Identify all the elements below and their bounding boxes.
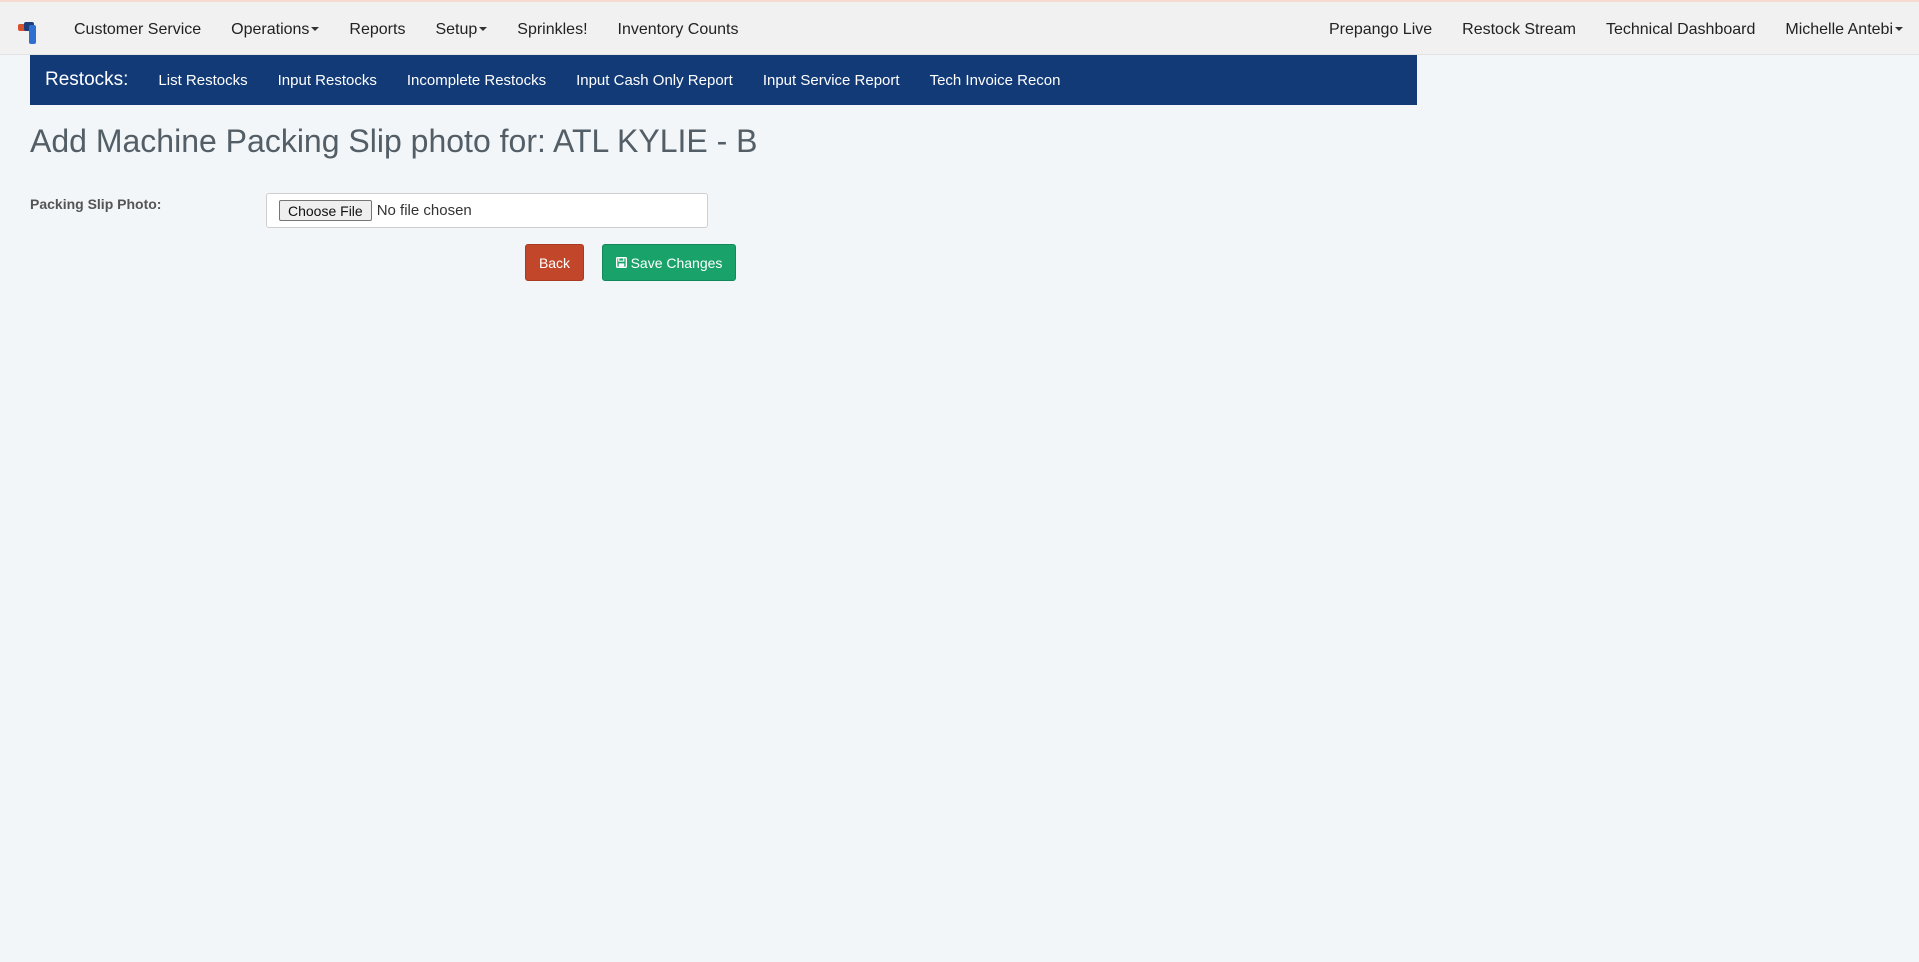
- subnav-list-restocks[interactable]: List Restocks: [158, 72, 247, 89]
- back-button-label: Back: [538, 254, 571, 271]
- caret-down-icon: [1895, 27, 1903, 32]
- packing-slip-photo-label: Packing Slip Photo:: [30, 196, 162, 212]
- nav-reports[interactable]: Reports: [349, 21, 405, 39]
- subnav-input-restocks[interactable]: Input Restocks: [278, 72, 377, 89]
- restocks-subnav: Restocks: List Restocks Input Restocks I…: [30, 55, 1417, 105]
- packing-slip-file-input[interactable]: Choose File No file chosen: [266, 193, 708, 228]
- floppy-disk-icon: [615, 257, 627, 268]
- back-button[interactable]: Back: [525, 244, 584, 281]
- nav-operations-dropdown[interactable]: Operations: [231, 21, 320, 39]
- nav-restock-stream[interactable]: Restock Stream: [1462, 21, 1576, 39]
- app-logo-icon[interactable]: [18, 22, 42, 44]
- caret-down-icon: [479, 27, 488, 32]
- subnav-brand[interactable]: Restocks:: [45, 69, 128, 91]
- save-changes-button[interactable]: Save Changes: [602, 244, 736, 281]
- subnav-incomplete-restocks[interactable]: Incomplete Restocks: [407, 72, 546, 89]
- page-title: Add Machine Packing Slip photo for: ATL …: [30, 123, 758, 159]
- nav-setup-dropdown[interactable]: Setup: [435, 21, 488, 39]
- user-menu-dropdown[interactable]: Michelle Antebi: [1785, 21, 1903, 39]
- choose-file-button[interactable]: Choose File: [279, 200, 372, 221]
- subnav-input-service-report[interactable]: Input Service Report: [763, 72, 900, 89]
- subnav-input-cash-only-report[interactable]: Input Cash Only Report: [576, 72, 733, 89]
- caret-down-icon: [311, 27, 320, 32]
- secondary-nav: Prepango Live Restock Stream Technical D…: [1299, 2, 1903, 57]
- nav-sprinkles[interactable]: Sprinkles!: [517, 21, 587, 39]
- save-changes-label: Save Changes: [630, 254, 723, 271]
- nav-technical-dashboard[interactable]: Technical Dashboard: [1606, 21, 1755, 39]
- nav-customer-service[interactable]: Customer Service: [74, 21, 201, 39]
- top-navbar: Customer Service Operations Reports Setu…: [0, 0, 1919, 55]
- subnav-tech-invoice-recon[interactable]: Tech Invoice Recon: [930, 72, 1061, 89]
- file-status-text: No file chosen: [376, 202, 472, 219]
- nav-prepango-live[interactable]: Prepango Live: [1329, 21, 1432, 39]
- primary-nav: Customer Service Operations Reports Setu…: [74, 2, 768, 57]
- nav-inventory-counts[interactable]: Inventory Counts: [618, 21, 739, 39]
